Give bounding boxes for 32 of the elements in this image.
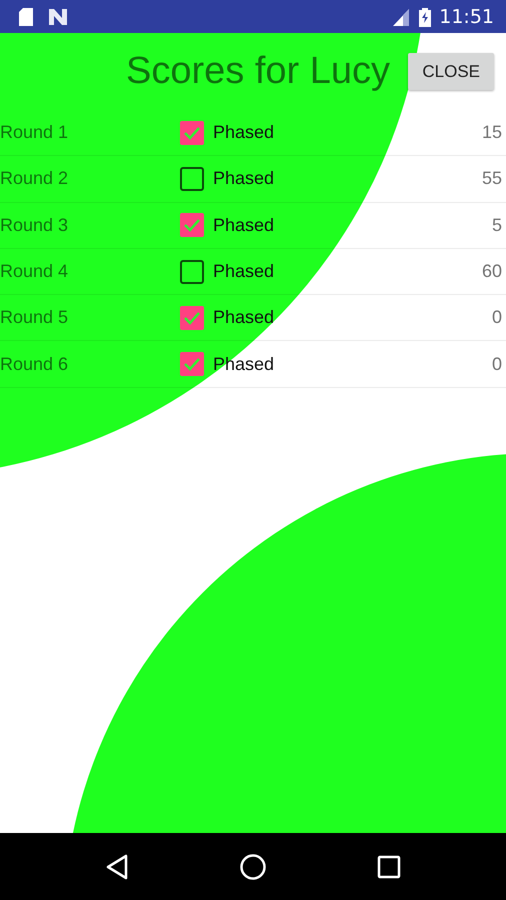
checkbox-label: Phased	[213, 214, 274, 236]
checkbox[interactable]	[179, 212, 205, 238]
close-button[interactable]: CLOSE	[408, 53, 494, 90]
checkbox[interactable]	[179, 120, 205, 146]
title: Scores for Lucy	[126, 50, 390, 93]
back-icon[interactable]	[105, 854, 129, 880]
notification-icon	[48, 8, 68, 26]
checkbox[interactable]	[179, 258, 205, 285]
round-label: Round 6	[0, 354, 70, 375]
checkbox-label: Phased	[213, 122, 274, 144]
checkbox-label: Phased	[213, 307, 274, 328]
score: 5	[492, 214, 502, 236]
checkbox[interactable]	[179, 351, 205, 378]
sd-card-icon	[18, 6, 34, 26]
round-label: Round 2	[0, 168, 70, 190]
score: 55	[482, 168, 502, 190]
score: 60	[482, 261, 502, 282]
recents-icon[interactable]	[377, 854, 401, 878]
round-label: Round 5	[0, 307, 70, 328]
round-label: Round 3	[0, 214, 70, 236]
score: 0	[492, 354, 502, 375]
score: 0	[492, 307, 502, 328]
battery-icon	[419, 6, 432, 26]
home-icon[interactable]	[239, 852, 267, 880]
clock: 11:51	[439, 6, 494, 28]
checkbox[interactable]	[179, 166, 205, 192]
score: 15	[482, 122, 502, 144]
checkbox[interactable]	[179, 304, 205, 331]
round-label: Round 4	[0, 261, 70, 282]
checkbox-label: Phased	[213, 261, 274, 282]
round-label: Round 1	[0, 122, 70, 144]
checkbox-label: Phased	[213, 168, 274, 190]
